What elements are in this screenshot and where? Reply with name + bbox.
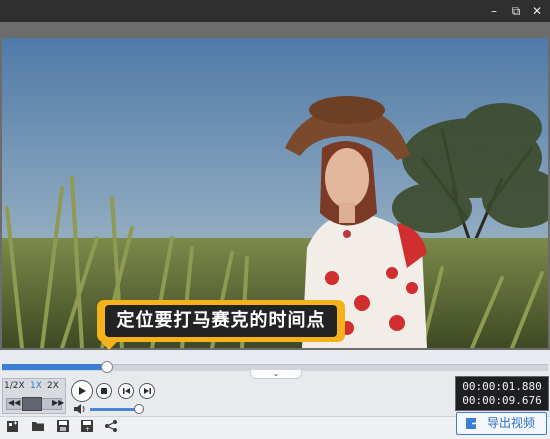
maximize-button[interactable]: ⧉ bbox=[509, 4, 523, 18]
play-button[interactable] bbox=[71, 380, 93, 402]
time-display: 00:00:01.880 00:00:09.676 bbox=[455, 376, 549, 411]
timeline-progress bbox=[2, 364, 106, 370]
current-time: 00:00:01.880 bbox=[462, 380, 542, 393]
speed-half[interactable]: 1/2X bbox=[4, 380, 25, 392]
callout-pointer bbox=[101, 342, 117, 350]
volume-knob[interactable] bbox=[134, 404, 144, 414]
add-file-icon[interactable] bbox=[6, 419, 20, 433]
stop-icon bbox=[101, 388, 107, 394]
subtitle-callout: 定位要打马赛克的时间点 bbox=[97, 300, 345, 342]
stop-button[interactable] bbox=[96, 383, 112, 399]
next-frame-button[interactable] bbox=[139, 383, 155, 399]
speed-slider-handle[interactable] bbox=[22, 397, 42, 411]
export-video-label: 导出视频 bbox=[487, 416, 536, 430]
export-video-button[interactable]: 导出视频 bbox=[456, 412, 547, 435]
step-back-icon bbox=[122, 388, 130, 394]
previous-frame-button[interactable] bbox=[118, 383, 134, 399]
share-icon[interactable] bbox=[104, 419, 118, 433]
speed-normal[interactable]: 1X bbox=[30, 380, 42, 392]
timeline-scrubber[interactable] bbox=[101, 361, 113, 373]
play-icon bbox=[79, 387, 86, 395]
speed-double[interactable]: 2X bbox=[47, 380, 59, 392]
chevron-down-icon: ⌄ bbox=[272, 369, 280, 378]
minimize-icon: – bbox=[491, 4, 497, 18]
export-icon bbox=[466, 418, 480, 429]
step-forward-icon bbox=[143, 388, 151, 394]
save-icon[interactable] bbox=[56, 419, 70, 433]
volume-icon[interactable] bbox=[73, 403, 87, 415]
close-button[interactable]: ✕ bbox=[530, 4, 544, 18]
title-bar: – ⧉ ✕ bbox=[0, 0, 550, 22]
open-folder-icon[interactable] bbox=[31, 419, 45, 433]
volume-slider[interactable] bbox=[90, 408, 138, 411]
collapse-tab[interactable]: ⌄ bbox=[250, 370, 302, 379]
rewind-icon[interactable]: ◀◀ bbox=[8, 397, 20, 409]
total-time: 00:00:09.676 bbox=[462, 394, 542, 407]
svg-text:+: + bbox=[85, 426, 90, 433]
fast-forward-icon[interactable]: ▶▶ bbox=[52, 397, 64, 409]
minimize-button[interactable]: – bbox=[487, 4, 501, 18]
close-icon: ✕ bbox=[531, 4, 543, 18]
save-as-icon[interactable]: + bbox=[80, 419, 94, 433]
subtitle-text: 定位要打马赛克的时间点 bbox=[105, 305, 337, 337]
maximize-icon: ⧉ bbox=[511, 4, 521, 18]
